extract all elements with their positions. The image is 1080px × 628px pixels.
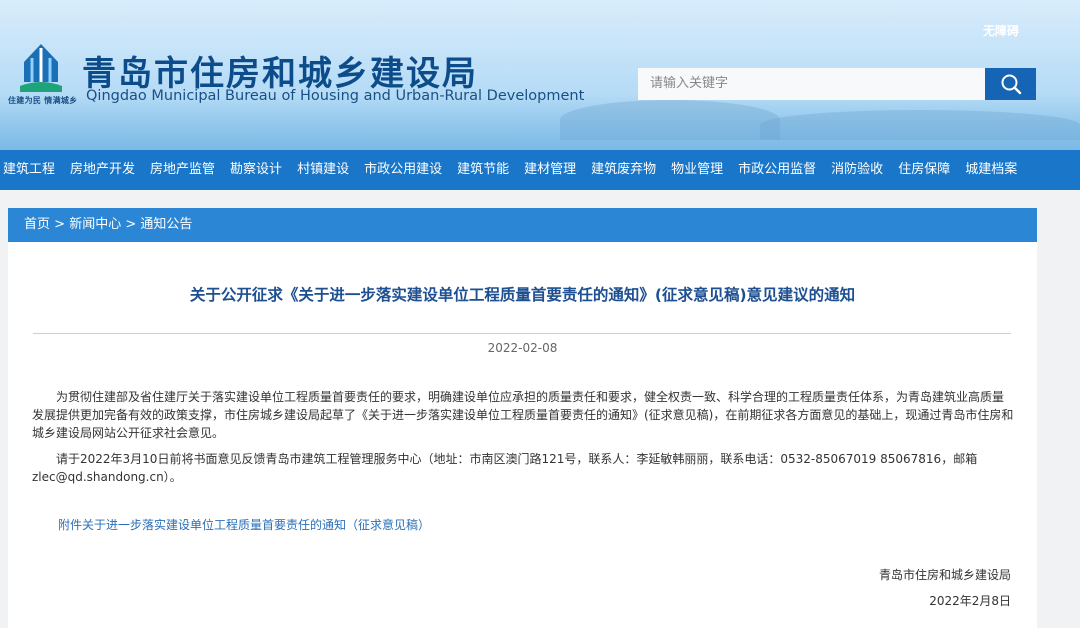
article-paragraph: 请于2022年3月10日前将书面意见反馈青岛市建筑工程管理服务中心（地址：市南区…: [32, 452, 978, 484]
nav-item-building-materials[interactable]: 建材管理: [517, 150, 584, 190]
attachment-link[interactable]: 附件关于进一步落实建设单位工程质量首要责任的通知（征求意见稿）: [58, 516, 430, 533]
nav-item-real-estate-supervision[interactable]: 房地产监管: [143, 150, 223, 190]
nav-item-town-construction[interactable]: 村镇建设: [290, 150, 357, 190]
page-gutter: [1037, 190, 1080, 628]
signature-organization: 青岛市住房和城乡建设局: [878, 568, 1011, 582]
accessibility-link[interactable]: 无障碍: [983, 22, 1019, 39]
search-input[interactable]: 请输入关键字: [638, 68, 986, 100]
bureau-logo-icon: [20, 44, 62, 92]
nav-item-fire-acceptance[interactable]: 消防验收: [824, 150, 891, 190]
site-slogan: 住建为民 情满城乡: [8, 96, 78, 105]
article-title: 关于公开征求《关于进一步落实建设单位工程质量首要责任的通知》(征求意见稿)意见建…: [189, 286, 856, 304]
nav-item-municipal-supervision[interactable]: 市政公用监督: [731, 150, 824, 190]
nav-item-building-energy[interactable]: 建筑节能: [450, 150, 517, 190]
nav-item-housing-security[interactable]: 住房保障: [891, 150, 958, 190]
publish-date: 2022-02-08: [487, 341, 558, 355]
breadcrumb-notices[interactable]: 通知公告: [140, 217, 192, 232]
nav-item-municipal-construction[interactable]: 市政公用建设: [357, 150, 450, 190]
article-panel: 首页 > 新闻中心 > 通知公告 关于公开征求《关于进一步落实建设单位工程质量首…: [8, 208, 1037, 628]
nav-item-construction-waste[interactable]: 建筑废弃物: [584, 150, 664, 190]
title-divider: [33, 333, 1011, 334]
nav-item-urban-archives[interactable]: 城建档案: [958, 150, 1025, 190]
breadcrumb: 首页 > 新闻中心 > 通知公告: [8, 208, 1037, 242]
nav-item-property-management[interactable]: 物业管理: [664, 150, 731, 190]
search-icon: [1001, 74, 1021, 95]
site-header: 住建为民 情满城乡 青岛市住房和城乡建设局 Qingdao Municipal …: [0, 0, 1080, 150]
signature-date: 2022年2月8日: [929, 594, 1011, 608]
breadcrumb-separator: >: [125, 217, 137, 232]
nav-item-survey-design[interactable]: 勘察设计: [223, 150, 290, 190]
nav-item-construction[interactable]: 建筑工程: [0, 150, 63, 190]
article-paragraph: 为贯彻住建部及省住建厅关于落实建设单位工程质量首要责任的要求，明确建设单位应承担…: [32, 390, 1014, 440]
site-title-en: Qingdao Municipal Bureau of Housing and …: [86, 88, 585, 104]
breadcrumb-separator: >: [54, 217, 66, 232]
main-nav: 建筑工程 房地产开发 房地产监管 勘察设计 村镇建设 市政公用建设 建筑节能 建…: [0, 150, 1080, 190]
breadcrumb-news-center[interactable]: 新闻中心: [69, 217, 121, 232]
search-button[interactable]: [985, 68, 1036, 100]
nav-item-real-estate-development[interactable]: 房地产开发: [63, 150, 143, 190]
breadcrumb-home[interactable]: 首页: [24, 217, 50, 232]
